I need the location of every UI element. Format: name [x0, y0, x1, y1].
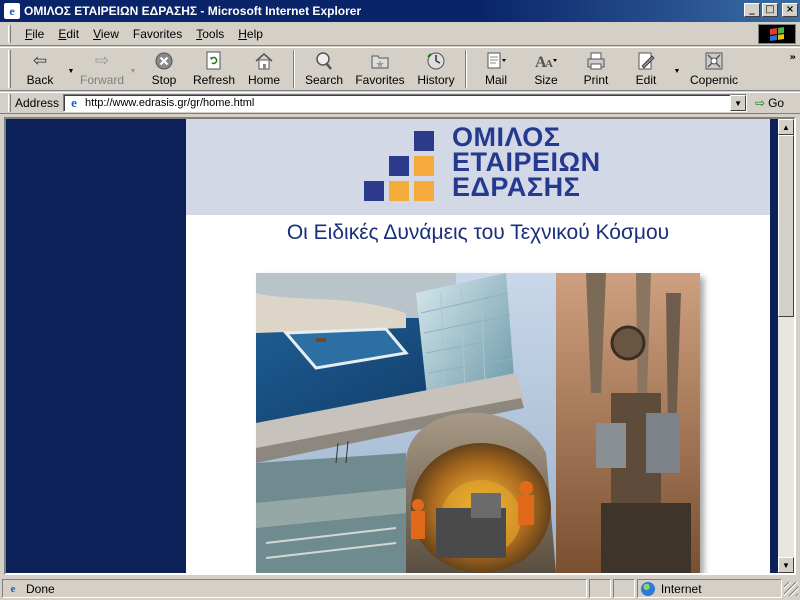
back-dropdown-button[interactable]: ▼ — [65, 48, 77, 90]
page-icon: e — [71, 95, 77, 110]
logo-line-3: ΕΔΡΑΣΗΣ — [452, 172, 581, 202]
address-dropdown-button[interactable]: ▼ — [730, 95, 747, 111]
edit-dropdown-button[interactable]: ▼ — [671, 48, 683, 90]
address-grip[interactable] — [8, 94, 11, 112]
window-title: ΟΜΙΛΟΣ ΕΤΑΙΡΕΙΩΝ ΕΔΡΑΣΗΣ - Microsoft Int… — [24, 4, 362, 18]
status-panel-progress — [589, 579, 612, 598]
menu-grip[interactable] — [8, 24, 11, 43]
menu-file[interactable]: File — [19, 25, 50, 43]
address-input[interactable]: e http://www.edrasis.gr/gr/home.html ▼ — [63, 94, 748, 112]
menu-help[interactable]: Help — [232, 25, 269, 43]
go-label: Go — [768, 96, 785, 110]
menu-bar: File Edit View Favorites Tools Help — [0, 22, 800, 46]
internet-globe-icon — [640, 581, 655, 596]
home-button[interactable]: Home — [239, 48, 289, 90]
toolbar-grip[interactable] — [8, 50, 11, 88]
minimize-button[interactable]: _ — [744, 3, 760, 17]
refresh-button[interactable]: Refresh — [189, 48, 239, 90]
menu-tools[interactable]: Tools — [190, 25, 230, 43]
favorites-button[interactable]: Favorites — [349, 48, 411, 90]
maximize-button[interactable]: □ — [762, 3, 778, 17]
menu-favorites[interactable]: Favorites — [127, 25, 188, 43]
address-label: Address — [15, 96, 60, 110]
stop-icon — [152, 50, 176, 72]
stop-button[interactable]: Stop — [139, 48, 189, 90]
back-arrow-icon: ⇦ — [32, 51, 48, 71]
menu-view[interactable]: View — [87, 25, 125, 43]
page-content: ΟΜΙΛΟΣ ΕΤΑΙΡΕΙΩΝ ΕΔΡΑΣΗΣ Οι Ειδικές Δυνά… — [6, 119, 778, 573]
status-panel-main: e Done — [2, 579, 588, 598]
construction-collage-image — [256, 273, 700, 573]
font-size-icon: AA — [534, 50, 558, 72]
scroll-down-button[interactable]: ▼ — [778, 557, 794, 573]
history-button[interactable]: History — [411, 48, 461, 90]
standard-toolbar: ⇦ Back ▼ ⇨ Forward ▼ Stop Refresh Home S… — [0, 47, 800, 91]
scroll-thumb[interactable] — [778, 135, 794, 317]
favorites-folder-icon — [368, 50, 392, 72]
size-button[interactable]: AA Size — [521, 48, 571, 90]
refresh-icon — [202, 50, 226, 72]
forward-button[interactable]: ⇨ Forward — [77, 48, 127, 90]
page-slogan: Οι Ειδικές Δυνάμεις του Τεχνικού Κόσμου — [286, 221, 670, 244]
window-controls: _ □ × — [744, 3, 798, 17]
edit-button[interactable]: Edit — [621, 48, 671, 90]
page-header: ΟΜΙΛΟΣ ΕΤΑΙΡΕΙΩΝ ΕΔΡΑΣΗΣ — [186, 119, 770, 215]
go-arrow-icon: ⇨ — [755, 96, 766, 110]
right-navy-band — [770, 119, 778, 573]
search-icon — [312, 50, 336, 72]
back-button[interactable]: ⇦ Back — [15, 48, 65, 90]
windows-logo-icon — [758, 24, 796, 44]
menu-edit[interactable]: Edit — [52, 25, 85, 43]
left-navy-band — [6, 119, 186, 573]
status-text: Done — [26, 581, 55, 596]
ie-logo-icon: e — [4, 3, 20, 19]
mail-button[interactable]: Mail — [471, 48, 521, 90]
page-viewport: ΟΜΙΛΟΣ ΕΤΑΙΡΕΙΩΝ ΕΔΡΑΣΗΣ Οι Ειδικές Δυνά… — [4, 117, 796, 575]
toolbar-overflow-chevron-icon[interactable]: » — [790, 52, 796, 63]
print-button[interactable]: Print — [571, 48, 621, 90]
page-done-icon: e — [10, 582, 16, 595]
address-bar: Address e http://www.edrasis.gr/gr/home.… — [0, 92, 800, 114]
forward-dropdown-button[interactable]: ▼ — [127, 48, 139, 90]
vertical-scrollbar[interactable]: ▲ ▼ — [778, 119, 794, 573]
company-logo-mark[interactable] — [364, 131, 434, 201]
copernic-button[interactable]: Copernic — [683, 48, 745, 90]
history-icon — [424, 50, 448, 72]
edit-icon — [634, 50, 658, 72]
address-url: http://www.edrasis.gr/gr/home.html — [85, 97, 255, 109]
search-button[interactable]: Search — [299, 48, 349, 90]
go-button[interactable]: ⇨ Go — [755, 96, 784, 110]
mail-icon — [484, 50, 508, 72]
scroll-up-button[interactable]: ▲ — [778, 119, 794, 135]
company-logo-text[interactable]: ΟΜΙΛΟΣ ΕΤΑΙΡΕΙΩΝ ΕΔΡΑΣΗΣ — [452, 124, 601, 202]
printer-icon — [584, 50, 608, 72]
title-bar: e ΟΜΙΛΟΣ ΕΤΑΙΡΕΙΩΝ ΕΔΡΑΣΗΣ - Microsoft I… — [0, 0, 800, 22]
copernic-icon — [702, 50, 726, 72]
resize-grip[interactable] — [784, 581, 799, 596]
home-icon — [252, 50, 276, 72]
close-button[interactable]: × — [782, 3, 798, 17]
status-panel-zone: Internet — [636, 579, 783, 598]
forward-arrow-icon: ⇨ — [94, 51, 110, 71]
toolbar-separator — [465, 50, 467, 88]
security-zone-label: Internet — [660, 581, 702, 596]
status-panel-secure — [613, 579, 635, 598]
svg-text:A: A — [545, 58, 553, 70]
status-bar: e Done Internet — [0, 577, 800, 600]
toolbar-separator — [293, 50, 295, 88]
